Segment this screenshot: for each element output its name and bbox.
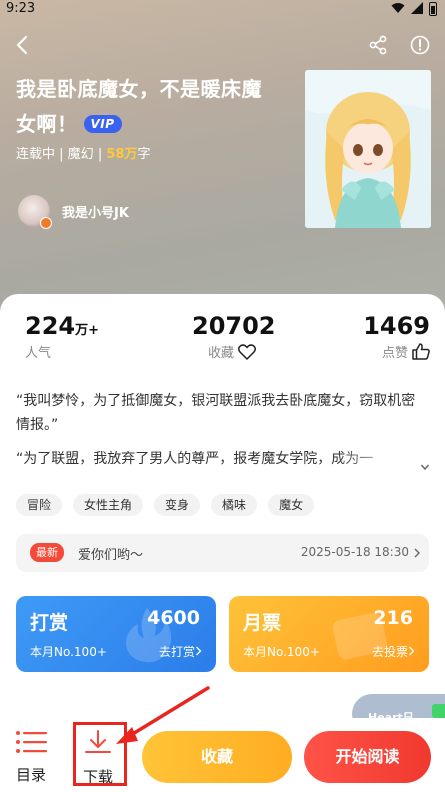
latest-update-time: 2025-05-18 18:30 bbox=[300, 545, 409, 559]
latest-update-text: 爱你们哟～ bbox=[78, 548, 144, 563]
reward-rank: 本月No.100+ bbox=[30, 645, 107, 659]
back-icon[interactable] bbox=[12, 34, 34, 56]
likes-label: 点赞 bbox=[381, 346, 408, 361]
book-cover[interactable] bbox=[305, 70, 431, 228]
vip-badge: VIP bbox=[83, 115, 122, 133]
favorites-label: 收藏 bbox=[207, 346, 234, 361]
signal-icon bbox=[411, 2, 423, 14]
book-status: 连载中 bbox=[16, 147, 56, 162]
tag[interactable]: 魔女 bbox=[268, 494, 315, 516]
reward-action-label: 去打赏 bbox=[158, 645, 195, 659]
expand-chevron-icon[interactable] bbox=[420, 462, 430, 472]
tag-list: 冒险 女性主角 变身 橘味 魔女 bbox=[16, 494, 315, 516]
list-icon bbox=[16, 731, 47, 753]
chevron-right-icon bbox=[409, 646, 415, 656]
synopsis[interactable]: “我叫梦怜，为了抵御魔女，银河联盟派我去卧底魔女，窃取机密情报。” “为了联盟，… bbox=[16, 389, 429, 481]
popularity-label: 人气 bbox=[25, 346, 52, 361]
cover-art bbox=[305, 70, 431, 228]
favorites-value: 20702 bbox=[192, 312, 276, 340]
stat-likes[interactable]: 1469 点赞 bbox=[363, 312, 430, 361]
book-meta: 连载中 | 魔幻 | 58万字 bbox=[16, 143, 150, 162]
info-icon[interactable] bbox=[410, 35, 430, 55]
tag[interactable]: 女性主角 bbox=[73, 494, 144, 516]
reward-card[interactable]: 打赏 4600 本月No.100+ 去打赏 bbox=[16, 596, 216, 672]
monthly-ticket-title: 月票 bbox=[243, 612, 282, 634]
author-row[interactable]: 我是小号JK bbox=[18, 194, 129, 229]
battery-icon bbox=[429, 2, 437, 16]
share-icon[interactable] bbox=[368, 35, 388, 55]
author-name[interactable]: 我是小号JK bbox=[62, 202, 129, 221]
reward-value: 4600 bbox=[147, 607, 200, 629]
wifi-icon bbox=[391, 3, 405, 13]
tag[interactable]: 变身 bbox=[154, 494, 201, 516]
book-title: 我是卧底魔女，不是暖床魔女啊！ VIP bbox=[16, 72, 278, 142]
start-reading-button[interactable]: 开始阅读 bbox=[304, 731, 431, 783]
chevron-right-icon bbox=[414, 548, 420, 558]
catalog-button[interactable]: 目录 bbox=[14, 730, 48, 785]
synopsis-paragraph-1: “我叫梦怜，为了抵御魔女，银河联盟派我去卧底魔女，窃取机密情报。” bbox=[16, 393, 416, 433]
synopsis-paragraph-2: “为了联盟，我放弃了男人的尊严，报考魔女学院，成为一 bbox=[16, 451, 374, 467]
reward-title: 打赏 bbox=[30, 612, 69, 634]
monthly-ticket-action-label: 去投票 bbox=[371, 645, 408, 659]
word-count: 58万 bbox=[106, 147, 138, 162]
monthly-ticket-value: 216 bbox=[373, 607, 413, 629]
author-badge-icon bbox=[40, 217, 52, 229]
status-icons bbox=[391, 2, 437, 16]
book-title-text: 我是卧底魔女，不是暖床魔女啊！ bbox=[16, 77, 262, 136]
stat-popularity: 224万+ 人气 bbox=[25, 312, 99, 361]
floating-tag-icon bbox=[432, 704, 445, 718]
book-genre: 魔幻 bbox=[67, 147, 94, 162]
catalog-label: 目录 bbox=[15, 766, 46, 784]
author-avatar[interactable] bbox=[18, 195, 52, 229]
popularity-unit: 万+ bbox=[75, 323, 100, 338]
monthly-ticket-card[interactable]: 月票 216 本月No.100+ 去投票 bbox=[229, 596, 429, 672]
heart-icon[interactable] bbox=[238, 343, 256, 360]
likes-value: 1469 bbox=[363, 312, 430, 340]
tag[interactable]: 橘味 bbox=[211, 494, 258, 516]
meta-separator: | bbox=[93, 147, 107, 162]
chevron-right-icon bbox=[196, 646, 202, 656]
reward-action[interactable]: 去打赏 bbox=[159, 643, 202, 660]
word-unit: 字 bbox=[137, 147, 151, 162]
latest-badge: 最新 bbox=[30, 543, 64, 562]
monthly-ticket-action[interactable]: 去投票 bbox=[372, 643, 415, 660]
popularity-value: 224 bbox=[25, 312, 76, 340]
meta-separator: | bbox=[55, 147, 68, 162]
tag[interactable]: 冒险 bbox=[16, 494, 63, 516]
latest-update-bar[interactable]: 最新 爱你们哟～ 2025-05-18 18:30 bbox=[16, 534, 429, 572]
status-bar: 9:23 bbox=[0, 0, 445, 20]
annotation-arrow bbox=[116, 686, 210, 744]
thumbs-up-icon[interactable] bbox=[412, 343, 430, 360]
status-time: 9:23 bbox=[6, 1, 36, 16]
monthly-ticket-rank: 本月No.100+ bbox=[243, 645, 320, 659]
stat-favorites[interactable]: 20702 收藏 bbox=[192, 312, 276, 361]
